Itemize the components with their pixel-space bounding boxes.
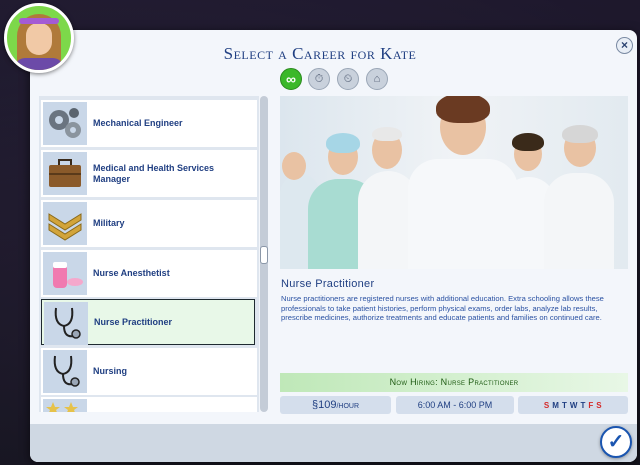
career-list[interactable]: Mechanical Engineer Medical and Health S… bbox=[39, 96, 259, 412]
filter-infinity-icon[interactable]: ∞ bbox=[280, 68, 302, 90]
career-item-nursing[interactable]: Nursing bbox=[41, 348, 257, 395]
briefcase-icon bbox=[43, 152, 87, 195]
pay-unit: /HOUR bbox=[336, 403, 360, 410]
career-label: Medical and Health Services Manager bbox=[93, 162, 215, 184]
day-sun: S bbox=[543, 401, 550, 410]
career-list-scrollbar[interactable] bbox=[260, 96, 268, 412]
filter-briefcase-house-icon[interactable]: ⌂ bbox=[366, 68, 388, 90]
career-item-military[interactable]: Military bbox=[41, 200, 257, 247]
career-label: Nursing bbox=[93, 366, 128, 376]
filter-briefcase-clock-alt-icon[interactable]: ⏲ bbox=[337, 68, 359, 90]
day-fri: F bbox=[588, 401, 594, 410]
career-label bbox=[93, 397, 253, 412]
career-item-medical-health-services-manager[interactable]: Medical and Health Services Manager bbox=[41, 150, 257, 197]
career-item-mechanical-engineer[interactable]: Mechanical Engineer bbox=[41, 100, 257, 147]
confirm-button[interactable]: ✓ bbox=[600, 426, 632, 458]
career-label: Nurse Practitioner bbox=[94, 316, 173, 327]
career-description: Nurse practitioners are registered nurse… bbox=[281, 294, 604, 322]
career-label: Nurse Anesthetist bbox=[93, 268, 170, 278]
career-hero-image bbox=[280, 96, 628, 269]
day-wed: W bbox=[569, 401, 578, 410]
career-item-partial[interactable] bbox=[41, 397, 257, 412]
pay-rate: §109/HOUR bbox=[280, 396, 391, 414]
career-item-nurse-practitioner[interactable]: Nurse Practitioner bbox=[41, 299, 255, 345]
day-thu: T bbox=[580, 401, 586, 410]
career-label: Mechanical Engineer bbox=[93, 118, 183, 128]
sim-avatar[interactable] bbox=[4, 3, 74, 73]
career-item-nurse-anesthetist[interactable]: Nurse Anesthetist bbox=[41, 250, 257, 297]
dialog-footer bbox=[30, 424, 637, 462]
stethoscope-icon bbox=[43, 350, 87, 393]
scrollbar-thumb[interactable] bbox=[260, 246, 268, 264]
career-label: Military bbox=[93, 218, 125, 228]
stars-icon bbox=[43, 399, 87, 412]
page-title: Select a Career for Kate bbox=[223, 44, 417, 63]
now-hiring-banner: Now Hiring: Nurse Practitioner bbox=[280, 373, 628, 392]
filter-briefcase-clock-icon[interactable]: ⏱ bbox=[308, 68, 330, 90]
stethoscope-icon bbox=[44, 302, 88, 345]
day-mon: M bbox=[552, 401, 560, 410]
work-hours: 6:00 AM - 6:00 PM bbox=[396, 396, 514, 414]
work-days: S M T W T F S bbox=[518, 396, 628, 414]
day-tue: T bbox=[561, 401, 568, 410]
day-sat: S bbox=[596, 401, 603, 410]
career-name: Nurse Practitioner bbox=[281, 278, 375, 290]
gears-icon bbox=[43, 102, 87, 145]
pay-amount: 109 bbox=[318, 399, 337, 411]
military-chevron-icon bbox=[43, 202, 87, 245]
pills-icon bbox=[43, 252, 87, 295]
